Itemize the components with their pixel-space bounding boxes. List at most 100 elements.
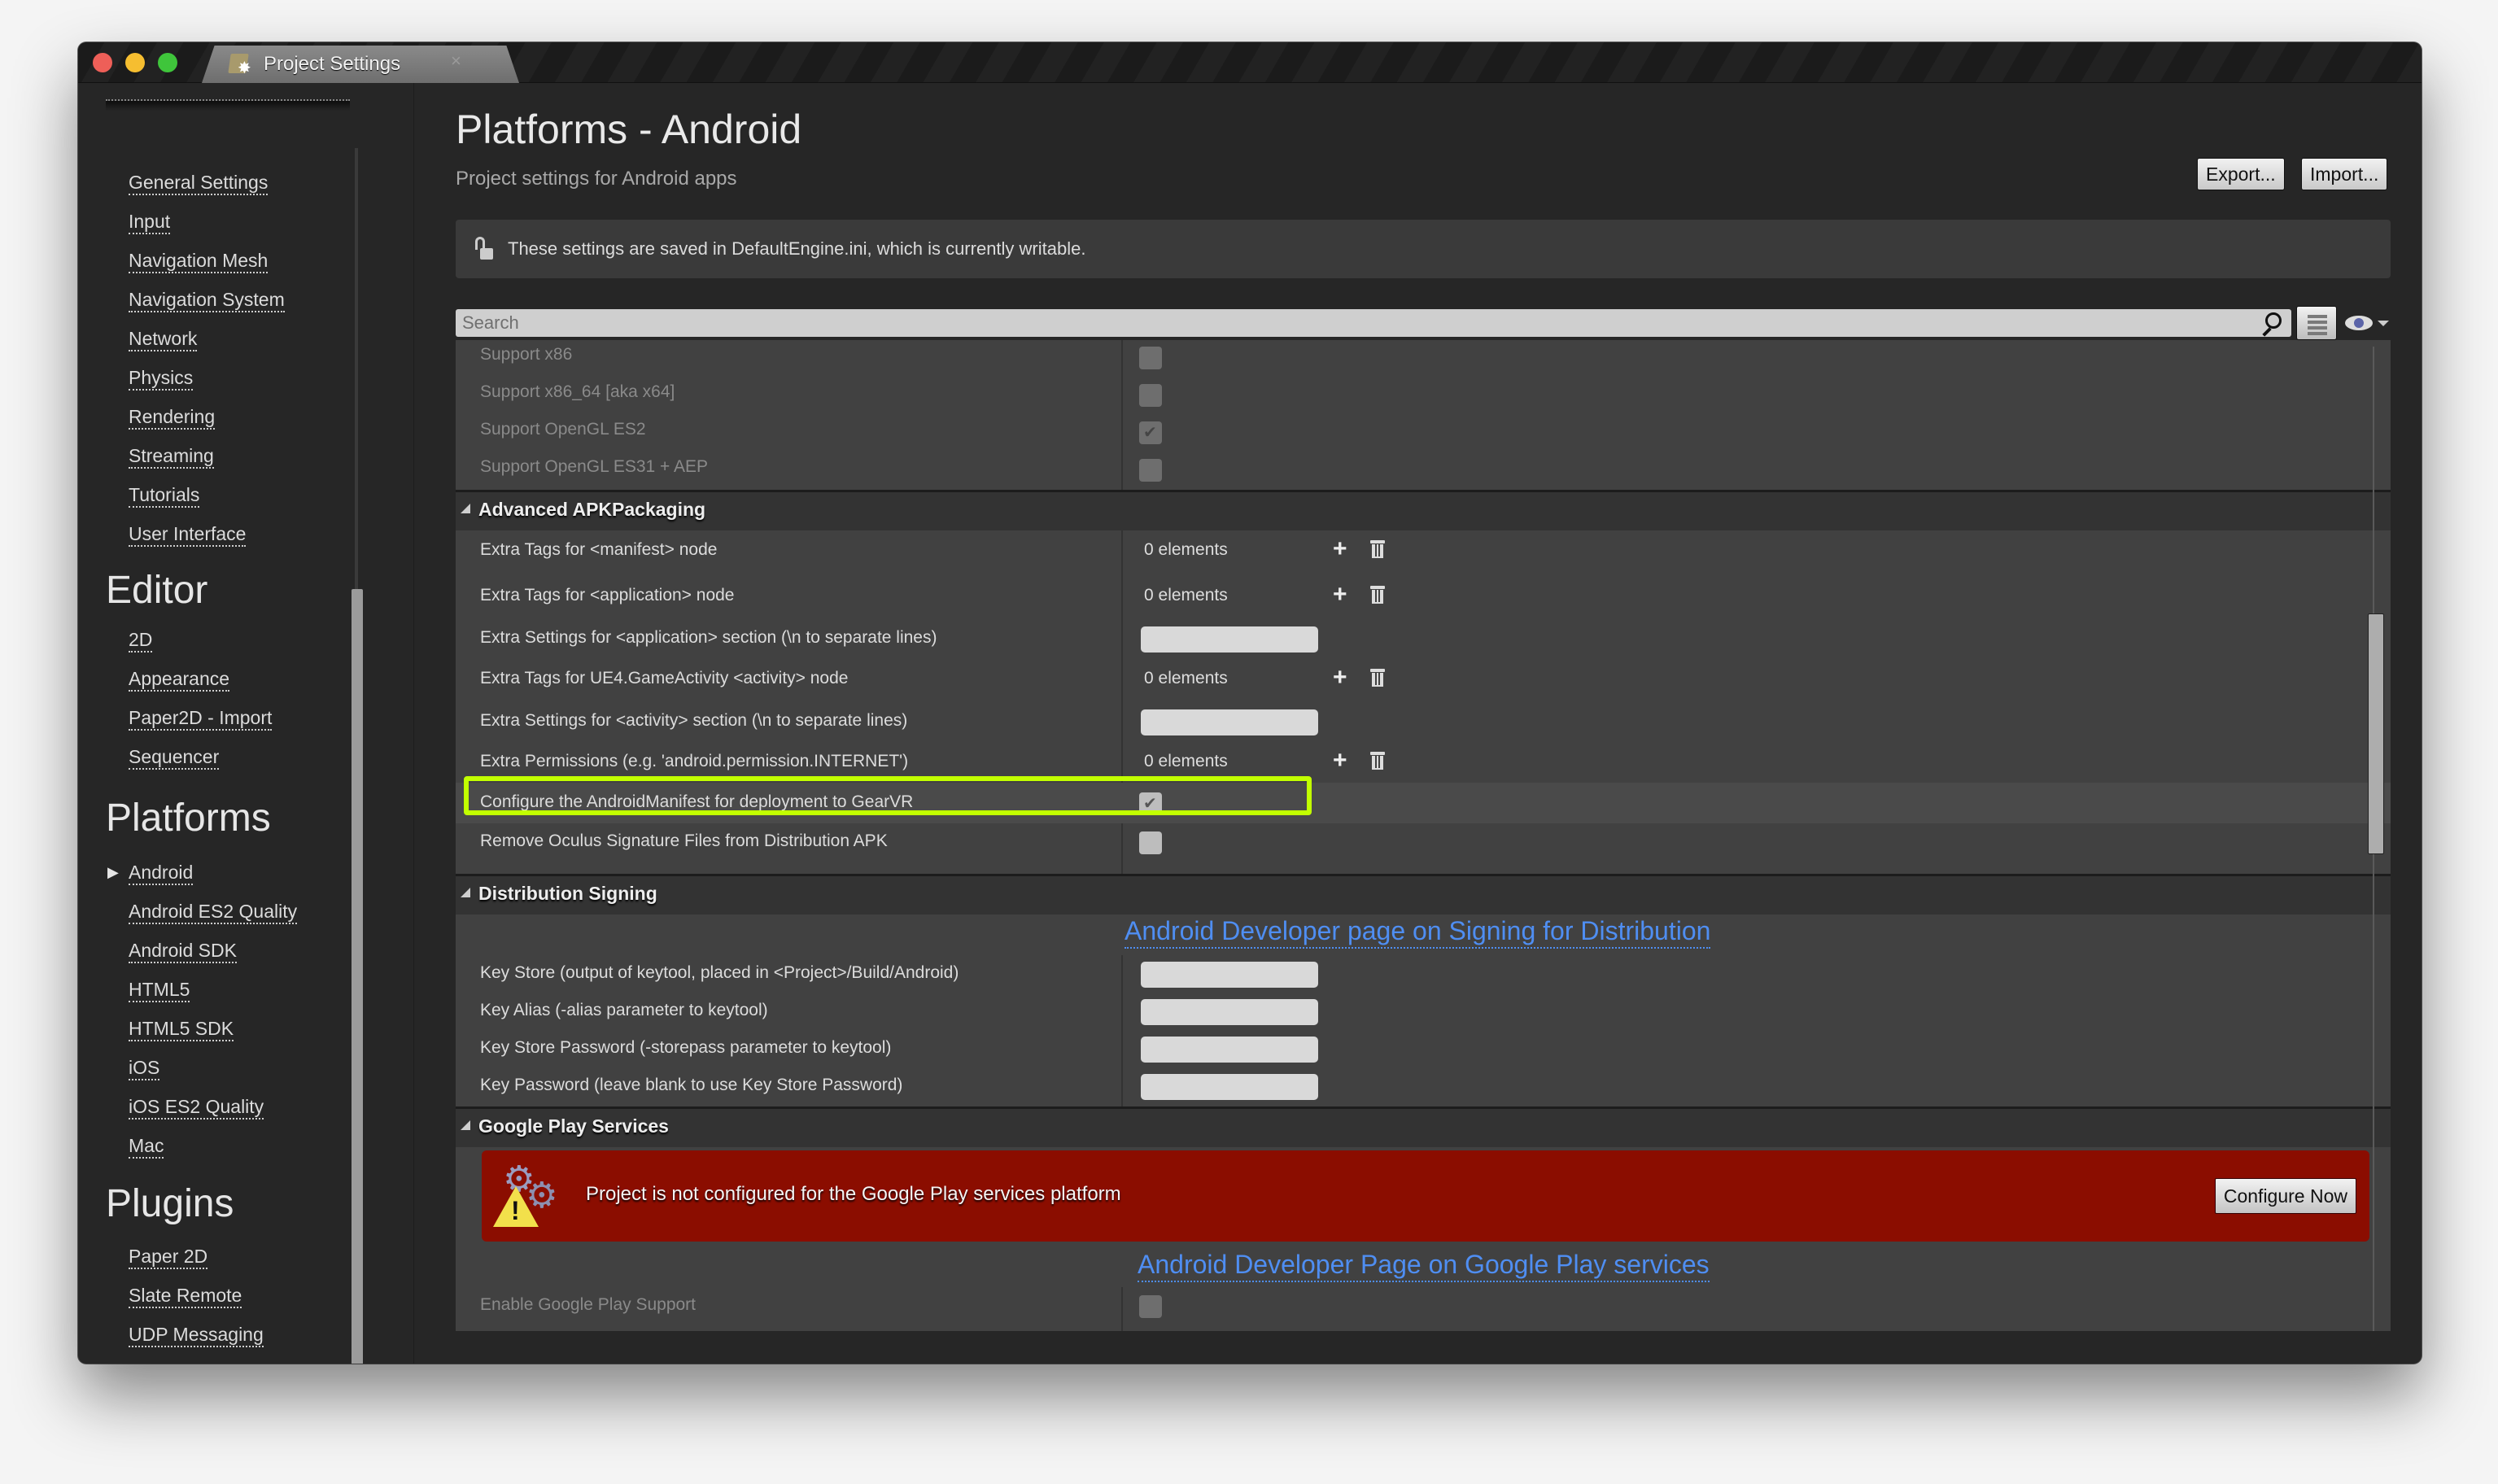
signing-docs-link[interactable]: Android Developer page on Signing for Di… — [1125, 914, 1711, 949]
google-play-warning-banner: ⚙ ⚙! Project is not configured for the Go… — [482, 1150, 2369, 1242]
sidebar-item-html5-sdk[interactable]: HTML5 SDK — [129, 1017, 234, 1041]
sidebar-heading-editor: Editor — [106, 569, 208, 612]
sidebar-item-rendering[interactable]: Rendering — [129, 405, 216, 430]
support-opengl-es2-checkbox[interactable] — [1139, 421, 1162, 444]
collapse-triangle-icon — [461, 1120, 470, 1130]
property-matrix-button[interactable] — [2296, 306, 2337, 340]
sidebar-scrollbar-thumb[interactable] — [352, 589, 363, 1364]
key-alias-input[interactable] — [1141, 999, 1318, 1025]
row-label: Configure the AndroidManifest for deploy… — [480, 792, 914, 811]
key-store-password-input[interactable] — [1141, 1037, 1318, 1063]
sidebar-item-html5[interactable]: HTML5 — [129, 978, 190, 1002]
section-distribution-signing[interactable]: Distribution Signing — [456, 874, 2391, 914]
sidebar-item-appearance[interactable]: Appearance — [129, 667, 230, 692]
sidebar-item-physics[interactable]: Physics — [129, 366, 194, 391]
view-options-button[interactable] — [2339, 311, 2389, 335]
warning-gear-icon: ⚙ ⚙! — [493, 1162, 558, 1227]
google-play-docs-link[interactable]: Android Developer Page on Google Play se… — [1138, 1248, 1710, 1282]
row-label: Extra Settings for <application> section… — [480, 628, 937, 647]
project-settings-icon: ✸ — [228, 52, 255, 76]
row-label: Extra Tags for UE4.GameActivity <activit… — [480, 669, 849, 687]
sidebar-heading-plugins: Plugins — [106, 1182, 234, 1225]
row-label: Support OpenGL ES31 + AEP — [480, 457, 708, 476]
sidebar-item-slate-remote[interactable]: Slate Remote — [129, 1284, 242, 1308]
sidebar-divider[interactable] — [413, 83, 414, 1364]
trash-icon[interactable] — [1370, 669, 1385, 687]
search-icon[interactable] — [2260, 311, 2283, 337]
details-panel: Support x86 Support x86_64 [aka x64] Sup… — [456, 340, 2391, 1331]
array-count: 0 elements — [1144, 669, 1228, 687]
warning-text: Project is not configured for the Google… — [586, 1183, 1121, 1205]
export-button[interactable]: Export... — [2197, 158, 2285, 190]
sidebar-item-navigation-mesh[interactable]: Navigation Mesh — [129, 249, 269, 273]
sidebar-item-android[interactable]: Android — [129, 861, 194, 885]
section-title: Advanced APKPackaging — [478, 499, 706, 520]
section-title: Distribution Signing — [478, 883, 657, 904]
add-element-icon[interactable]: + — [1333, 666, 1347, 690]
trash-icon[interactable] — [1370, 586, 1385, 604]
row-label: Enable Google Play Support — [480, 1295, 697, 1314]
sidebar-item-streaming[interactable]: Streaming — [129, 444, 214, 469]
configure-gearvr-checkbox[interactable] — [1139, 792, 1162, 815]
close-window-button[interactable] — [93, 53, 112, 72]
array-count: 0 elements — [1144, 540, 1228, 559]
support-x86-64-checkbox[interactable] — [1139, 384, 1162, 407]
details-scrollbar-thumb[interactable] — [2368, 613, 2384, 854]
page-title: Platforms - Android — [456, 107, 802, 152]
extra-application-settings-input[interactable] — [1141, 626, 1318, 653]
row-label: Remove Oculus Signature Files from Distr… — [480, 831, 888, 850]
selected-arrow-icon: ▶ — [107, 864, 119, 880]
sidebar-item-tutorials[interactable]: Tutorials — [129, 483, 200, 508]
row-label: Support x86_64 [aka x64] — [480, 382, 675, 401]
sidebar-heading-platforms: Platforms — [106, 797, 271, 840]
array-count: 0 elements — [1144, 586, 1228, 605]
search-box[interactable] — [456, 309, 2291, 337]
sidebar-item-2d[interactable]: 2D — [129, 628, 153, 653]
enable-google-play-checkbox[interactable] — [1139, 1295, 1162, 1318]
row-label: Support x86 — [480, 345, 573, 364]
settings-sidebar: General Settings Input Navigation Mesh N… — [78, 83, 413, 1364]
configure-now-button[interactable]: Configure Now — [2214, 1178, 2356, 1214]
sidebar-item-mac[interactable]: Mac — [129, 1134, 164, 1159]
sidebar-item-paper2d-import[interactable]: Paper2D - Import — [129, 706, 273, 731]
sidebar-item-user-interface[interactable]: User Interface — [129, 522, 247, 547]
support-x86-checkbox[interactable] — [1139, 347, 1162, 369]
section-advanced-apk-packaging[interactable]: Advanced APKPackaging — [456, 490, 2391, 530]
add-element-icon[interactable]: + — [1333, 583, 1347, 607]
import-button[interactable]: Import... — [2301, 158, 2388, 190]
tab-project-settings[interactable]: ✸ Project Settings — [202, 46, 519, 83]
sidebar-item-general-settings[interactable]: General Settings — [129, 171, 269, 195]
trash-icon[interactable] — [1370, 752, 1385, 770]
config-file-info-bar: These settings are saved in DefaultEngin… — [456, 220, 2391, 278]
section-title: Google Play Services — [478, 1115, 669, 1137]
sidebar-item-sequencer[interactable]: Sequencer — [129, 745, 220, 770]
remove-oculus-signature-checkbox[interactable] — [1139, 831, 1162, 854]
add-element-icon[interactable]: + — [1333, 537, 1347, 561]
chevron-down-icon — [2378, 321, 2389, 326]
maximize-window-button[interactable] — [158, 53, 177, 72]
search-input[interactable] — [462, 312, 2291, 334]
sidebar-item-ios-es2-quality[interactable]: iOS ES2 Quality — [129, 1095, 264, 1120]
key-store-input[interactable] — [1141, 962, 1318, 988]
sidebar-item-ios[interactable]: iOS — [129, 1056, 160, 1080]
tab-close-icon[interactable]: × — [451, 50, 461, 72]
row-label: Extra Tags for <application> node — [480, 586, 735, 605]
sidebar-item-navigation-system[interactable]: Navigation System — [129, 288, 285, 312]
array-count: 0 elements — [1144, 752, 1228, 770]
sidebar-item-udp-messaging[interactable]: UDP Messaging — [129, 1323, 264, 1347]
sidebar-item-network[interactable]: Network — [129, 327, 198, 351]
add-element-icon[interactable]: + — [1333, 749, 1347, 773]
sidebar-item-android-sdk[interactable]: Android SDK — [129, 939, 237, 963]
row-label: Extra Settings for <activity> section (\… — [480, 711, 908, 730]
extra-activity-settings-input[interactable] — [1141, 709, 1318, 735]
section-google-play-services[interactable]: Google Play Services — [456, 1106, 2391, 1147]
sidebar-item-input[interactable]: Input — [129, 210, 171, 234]
minimize-window-button[interactable] — [125, 53, 145, 72]
sidebar-item-android-es2-quality[interactable]: Android ES2 Quality — [129, 900, 298, 924]
sidebar-item-paper-2d[interactable]: Paper 2D — [129, 1245, 208, 1269]
title-bar: ✸ Project Settings × — [78, 42, 2422, 83]
trash-icon[interactable] — [1370, 540, 1385, 558]
row-label: Key Store (output of keytool, placed in … — [480, 963, 959, 982]
key-password-input[interactable] — [1141, 1074, 1318, 1100]
support-opengl-es31-checkbox[interactable] — [1139, 459, 1162, 482]
